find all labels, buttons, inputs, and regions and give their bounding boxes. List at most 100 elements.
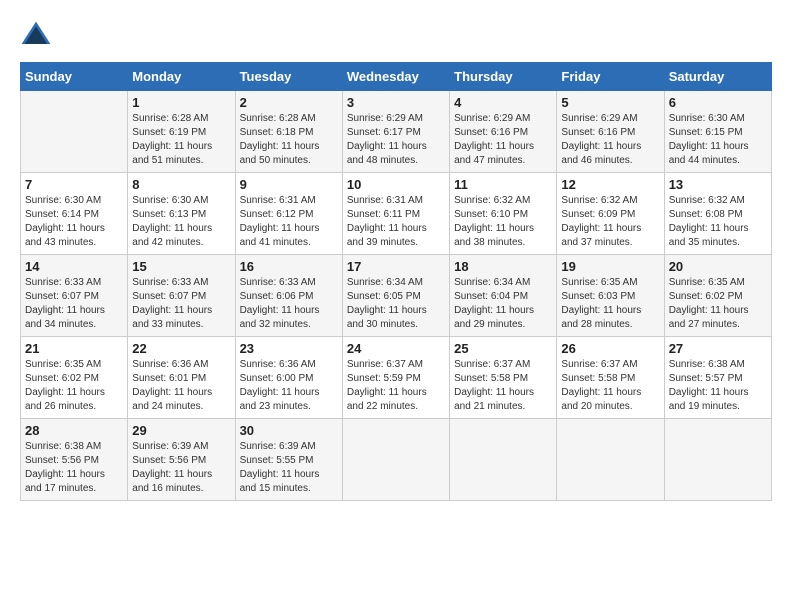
weekday-header-tuesday: Tuesday [235,63,342,91]
day-info: Sunrise: 6:28 AM Sunset: 6:18 PM Dayligh… [240,112,338,168]
day-number: 26 [561,341,659,356]
day-info: Sunrise: 6:33 AM Sunset: 6:07 PM Dayligh… [25,276,123,332]
calendar-cell: 22 Sunrise: 6:36 AM Sunset: 6:01 PM Dayli… [128,337,235,419]
calendar-cell: 19 Sunrise: 6:35 AM Sunset: 6:03 PM Dayli… [557,255,664,337]
day-number: 24 [347,341,445,356]
day-info: Sunrise: 6:39 AM Sunset: 5:55 PM Dayligh… [240,440,338,496]
calendar-cell: 30 Sunrise: 6:39 AM Sunset: 5:55 PM Dayli… [235,419,342,501]
day-number: 19 [561,259,659,274]
day-info: Sunrise: 6:34 AM Sunset: 6:05 PM Dayligh… [347,276,445,332]
calendar-cell [557,419,664,501]
day-info: Sunrise: 6:37 AM Sunset: 5:58 PM Dayligh… [561,358,659,414]
calendar-cell: 24 Sunrise: 6:37 AM Sunset: 5:59 PM Dayli… [342,337,449,419]
day-info: Sunrise: 6:30 AM Sunset: 6:15 PM Dayligh… [669,112,767,168]
day-number: 15 [132,259,230,274]
calendar-cell: 7 Sunrise: 6:30 AM Sunset: 6:14 PM Daylig… [21,173,128,255]
calendar-cell: 2 Sunrise: 6:28 AM Sunset: 6:18 PM Daylig… [235,91,342,173]
calendar-cell: 3 Sunrise: 6:29 AM Sunset: 6:17 PM Daylig… [342,91,449,173]
calendar-cell: 25Sunrise: 6:37 AM Sunset: 5:58 PM Dayli… [450,337,557,419]
day-info: Sunrise: 6:34 AM Sunset: 6:04 PM Dayligh… [454,276,552,332]
calendar-cell: 29 Sunrise: 6:39 AM Sunset: 5:56 PM Dayli… [128,419,235,501]
day-info: Sunrise: 6:36 AM Sunset: 6:01 PM Dayligh… [132,358,230,414]
day-number: 14 [25,259,123,274]
weekday-header-monday: Monday [128,63,235,91]
day-info: Sunrise: 6:39 AM Sunset: 5:56 PM Dayligh… [132,440,230,496]
calendar-cell [664,419,771,501]
calendar-table: SundayMondayTuesdayWednesdayThursdayFrid… [20,62,772,501]
day-info: Sunrise: 6:37 AM Sunset: 5:59 PM Dayligh… [347,358,445,414]
calendar-cell: 28Sunrise: 6:38 AM Sunset: 5:56 PM Dayli… [21,419,128,501]
calendar-cell: 18 Sunrise: 6:34 AM Sunset: 6:04 PM Dayli… [450,255,557,337]
calendar-cell: 20Sunrise: 6:35 AM Sunset: 6:02 PM Dayli… [664,255,771,337]
day-number: 21 [25,341,123,356]
day-info: Sunrise: 6:29 AM Sunset: 6:17 PM Dayligh… [347,112,445,168]
day-number: 8 [132,177,230,192]
calendar-week-row: 21 Sunrise: 6:35 AM Sunset: 6:02 PM Dayli… [21,337,772,419]
calendar-cell: 21 Sunrise: 6:35 AM Sunset: 6:02 PM Dayli… [21,337,128,419]
day-info: Sunrise: 6:33 AM Sunset: 6:07 PM Dayligh… [132,276,230,332]
logo [20,20,56,52]
day-info: Sunrise: 6:35 AM Sunset: 6:03 PM Dayligh… [561,276,659,332]
weekday-header-saturday: Saturday [664,63,771,91]
calendar-cell [21,91,128,173]
weekday-header-friday: Friday [557,63,664,91]
day-number: 17 [347,259,445,274]
day-info: Sunrise: 6:32 AM Sunset: 6:08 PM Dayligh… [669,194,767,250]
calendar-cell [342,419,449,501]
day-number: 30 [240,423,338,438]
day-info: Sunrise: 6:33 AM Sunset: 6:06 PM Dayligh… [240,276,338,332]
calendar-cell: 11 Sunrise: 6:32 AM Sunset: 6:10 PM Dayli… [450,173,557,255]
calendar-cell: 5 Sunrise: 6:29 AM Sunset: 6:16 PM Daylig… [557,91,664,173]
calendar-cell: 14 Sunrise: 6:33 AM Sunset: 6:07 PM Dayli… [21,255,128,337]
calendar-cell: 27 Sunrise: 6:38 AM Sunset: 5:57 PM Dayli… [664,337,771,419]
calendar-cell: 16 Sunrise: 6:33 AM Sunset: 6:06 PM Dayli… [235,255,342,337]
day-info: Sunrise: 6:35 AM Sunset: 6:02 PM Dayligh… [25,358,123,414]
page-header [20,20,772,52]
day-number: 1 [132,95,230,110]
day-number: 20 [669,259,767,274]
weekday-header-thursday: Thursday [450,63,557,91]
day-number: 18 [454,259,552,274]
day-info: Sunrise: 6:32 AM Sunset: 6:10 PM Dayligh… [454,194,552,250]
calendar-cell: 4Sunrise: 6:29 AM Sunset: 6:16 PM Daylig… [450,91,557,173]
day-number: 3 [347,95,445,110]
calendar-cell: 26 Sunrise: 6:37 AM Sunset: 5:58 PM Dayli… [557,337,664,419]
day-number: 5 [561,95,659,110]
calendar-cell: 15 Sunrise: 6:33 AM Sunset: 6:07 PM Dayli… [128,255,235,337]
day-info: Sunrise: 6:32 AM Sunset: 6:09 PM Dayligh… [561,194,659,250]
day-info: Sunrise: 6:38 AM Sunset: 5:56 PM Dayligh… [25,440,123,496]
calendar-cell: 8 Sunrise: 6:30 AM Sunset: 6:13 PM Daylig… [128,173,235,255]
calendar-cell: 1Sunrise: 6:28 AM Sunset: 6:19 PM Daylig… [128,91,235,173]
calendar-cell: 17 Sunrise: 6:34 AM Sunset: 6:05 PM Dayli… [342,255,449,337]
calendar-week-row: 14 Sunrise: 6:33 AM Sunset: 6:07 PM Dayli… [21,255,772,337]
day-info: Sunrise: 6:36 AM Sunset: 6:00 PM Dayligh… [240,358,338,414]
day-info: Sunrise: 6:29 AM Sunset: 6:16 PM Dayligh… [454,112,552,168]
calendar-cell: 23 Sunrise: 6:36 AM Sunset: 6:00 PM Dayli… [235,337,342,419]
day-number: 7 [25,177,123,192]
day-number: 27 [669,341,767,356]
day-number: 29 [132,423,230,438]
weekday-header-wednesday: Wednesday [342,63,449,91]
day-info: Sunrise: 6:38 AM Sunset: 5:57 PM Dayligh… [669,358,767,414]
calendar-cell: 10 Sunrise: 6:31 AM Sunset: 6:11 PM Dayli… [342,173,449,255]
day-number: 2 [240,95,338,110]
day-info: Sunrise: 6:37 AM Sunset: 5:58 PM Dayligh… [454,358,552,414]
calendar-cell: 13 Sunrise: 6:32 AM Sunset: 6:08 PM Dayli… [664,173,771,255]
day-info: Sunrise: 6:31 AM Sunset: 6:11 PM Dayligh… [347,194,445,250]
day-number: 9 [240,177,338,192]
day-number: 22 [132,341,230,356]
weekday-header-sunday: Sunday [21,63,128,91]
calendar-week-row: 1Sunrise: 6:28 AM Sunset: 6:19 PM Daylig… [21,91,772,173]
day-info: Sunrise: 6:30 AM Sunset: 6:13 PM Dayligh… [132,194,230,250]
day-number: 23 [240,341,338,356]
calendar-cell [450,419,557,501]
day-info: Sunrise: 6:30 AM Sunset: 6:14 PM Dayligh… [25,194,123,250]
day-info: Sunrise: 6:31 AM Sunset: 6:12 PM Dayligh… [240,194,338,250]
weekday-header-row: SundayMondayTuesdayWednesdayThursdayFrid… [21,63,772,91]
day-number: 12 [561,177,659,192]
day-number: 10 [347,177,445,192]
day-number: 13 [669,177,767,192]
day-info: Sunrise: 6:29 AM Sunset: 6:16 PM Dayligh… [561,112,659,168]
day-number: 16 [240,259,338,274]
day-number: 11 [454,177,552,192]
